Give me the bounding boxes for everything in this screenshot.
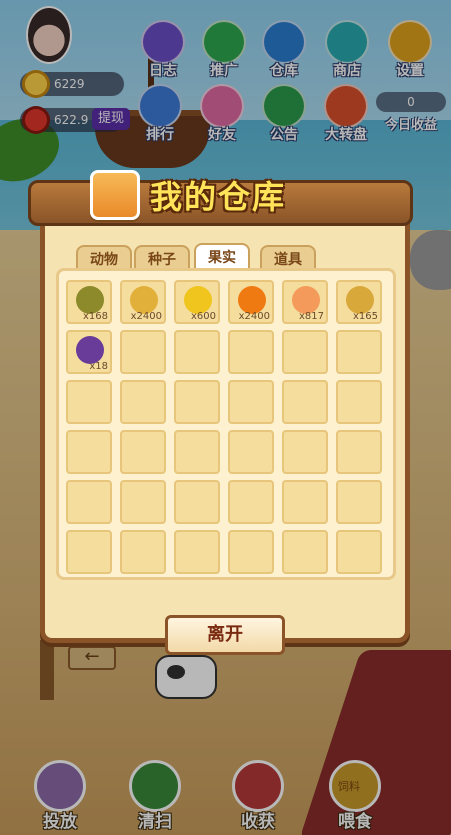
inventory-slot[interactable] — [66, 430, 112, 474]
inventory-slot[interactable] — [120, 430, 166, 474]
inventory-slot[interactable] — [66, 480, 112, 524]
inventory-slot[interactable] — [120, 330, 166, 374]
inventory-slot[interactable] — [336, 430, 382, 474]
item-quantity: x165 — [352, 311, 378, 322]
inventory-slot[interactable] — [174, 430, 220, 474]
item-quantity: x2400 — [238, 311, 270, 322]
inventory-slot[interactable]: x18 — [66, 330, 112, 374]
inventory-slot[interactable] — [228, 480, 274, 524]
inventory-slot[interactable]: x817 — [282, 280, 328, 324]
inventory-slot[interactable]: x2400 — [120, 280, 166, 324]
inventory-slot[interactable] — [282, 380, 328, 424]
pumpkin-icon — [238, 286, 266, 314]
item-quantity: x168 — [82, 311, 108, 322]
inventory-slot[interactable] — [66, 380, 112, 424]
kiwi-icon — [76, 286, 104, 314]
inventory-slot[interactable] — [282, 480, 328, 524]
item-quantity: x817 — [298, 311, 324, 322]
inventory-slot[interactable] — [336, 480, 382, 524]
inventory-slot[interactable]: x168 — [66, 280, 112, 324]
inventory-slot[interactable] — [282, 430, 328, 474]
grain-icon — [346, 286, 374, 314]
inventory-slot[interactable] — [174, 530, 220, 574]
inventory-slot[interactable] — [120, 480, 166, 524]
inventory-slot[interactable] — [66, 530, 112, 574]
grape-icon — [76, 336, 104, 364]
inventory-slot[interactable]: x600 — [174, 280, 220, 324]
inventory-slot[interactable] — [282, 330, 328, 374]
inventory-slot[interactable] — [228, 430, 274, 474]
leave-button[interactable]: 离开 — [165, 615, 285, 655]
inventory-slot[interactable] — [228, 330, 274, 374]
inventory-slot[interactable] — [336, 530, 382, 574]
inventory-slot[interactable] — [174, 380, 220, 424]
inventory-slot[interactable] — [120, 380, 166, 424]
inventory-slot[interactable] — [174, 480, 220, 524]
wheat-icon — [130, 286, 158, 314]
inventory-slot[interactable] — [228, 530, 274, 574]
inventory-slot[interactable]: x165 — [336, 280, 382, 324]
peach-icon — [292, 286, 320, 314]
inventory-slot[interactable] — [282, 530, 328, 574]
inventory-slot[interactable] — [174, 330, 220, 374]
inventory-slot[interactable] — [336, 330, 382, 374]
corn-icon — [184, 286, 212, 314]
inventory-slot[interactable]: x2400 — [228, 280, 274, 324]
item-quantity: x2400 — [130, 311, 162, 322]
inventory-slot[interactable] — [336, 380, 382, 424]
warehouse-box-icon — [90, 170, 140, 220]
item-grid: x168 x2400 x600 x2400 x817 x165 x18 — [66, 280, 383, 574]
inventory-slot[interactable] — [120, 530, 166, 574]
warehouse-title: 我的仓库 — [150, 178, 287, 216]
item-quantity: x600 — [190, 311, 216, 322]
inventory-slot[interactable] — [228, 380, 274, 424]
item-quantity: x18 — [89, 361, 108, 372]
